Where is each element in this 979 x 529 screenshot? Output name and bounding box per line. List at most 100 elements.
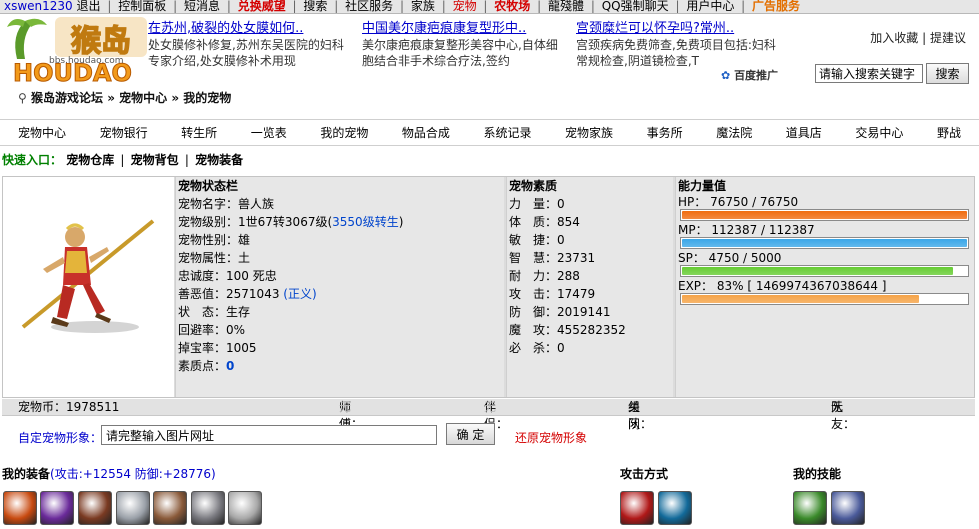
menu-overview[interactable]: 一览表: [251, 124, 287, 141]
mp-bar-fill: [682, 239, 967, 247]
ad-title-1[interactable]: 在苏州,破裂的处女膜如何..: [148, 21, 353, 37]
menu-magic-academy[interactable]: 魔法院: [716, 124, 752, 141]
menu-rebirth[interactable]: 转生所: [181, 124, 217, 141]
baidu-paw-icon: ✿: [721, 69, 731, 82]
attack-mode-magic-icon[interactable]: [658, 491, 692, 525]
status-gender-row: 宠物性别：雄: [176, 231, 504, 249]
site-header: 猴岛 HOUDAO bbs.houdao.com 在苏州,破裂的处女膜如何.. …: [0, 15, 979, 89]
equip-slot-necklace-icon[interactable]: [40, 491, 74, 525]
pet-attributes-column: 宠物素质 力 量：0 体 质：854 敏 捷：0 智 慧：23731 耐 力：2…: [506, 177, 673, 397]
quick-backpack[interactable]: 宠物背包: [131, 153, 179, 167]
status-element-row: 宠物属性：土: [176, 249, 504, 267]
pet-portrait: [3, 177, 174, 397]
teammate-value: 无: [831, 400, 844, 414]
username-link[interactable]: xswen1230: [0, 0, 73, 13]
qq-chat-link[interactable]: QQ强制聊天: [602, 0, 669, 13]
quick-entry-label: 快速入口：: [2, 153, 63, 167]
control-panel-link[interactable]: 控制面板: [118, 0, 166, 13]
nav-separator: |: [399, 0, 405, 13]
mp-bar: [680, 237, 969, 249]
breadcrumb-my-pet: 我的宠物: [183, 91, 232, 105]
custom-image-url-input[interactable]: [101, 425, 437, 445]
exchange-prestige-link[interactable]: 兑换威望: [238, 0, 286, 13]
breadcrumb-pet-center[interactable]: 宠物中心: [119, 91, 167, 105]
status-loyalty-row: 忠诚度：100 死忠: [176, 267, 504, 285]
ad-title-3[interactable]: 宫颈糜烂可以怀孕吗?常州..: [576, 21, 781, 37]
family-link[interactable]: 家族: [411, 0, 435, 13]
search-link[interactable]: 搜索: [303, 0, 327, 13]
custom-image-label: 自定宠物形象：: [18, 431, 103, 445]
attr-label: 耐 力：: [509, 269, 558, 283]
attr-value: 23731: [557, 251, 596, 265]
header-links: 加入收藏 | 提建议: [870, 29, 966, 46]
menu-pet-center[interactable]: 宠物中心: [18, 124, 66, 141]
menu-my-pet[interactable]: 我的宠物: [320, 124, 368, 141]
ad-title-2[interactable]: 中国美尔康疤痕康复型形中..: [362, 21, 567, 37]
restore-image-link[interactable]: 还原宠物形象: [515, 429, 587, 446]
nav-separator: |: [483, 0, 488, 13]
attr-value: 0: [557, 197, 565, 211]
confirm-button[interactable]: 确 定: [446, 423, 495, 445]
menu-field-battle[interactable]: 野战: [937, 124, 961, 141]
add-favorite-link[interactable]: 加入收藏: [870, 31, 918, 45]
pet-power-column: 能力量值 HP： 76750 / 76750 MP： 112387 / 1123…: [675, 177, 974, 397]
pets-link[interactable]: 宠物: [453, 0, 477, 13]
search-input[interactable]: [815, 64, 923, 83]
status-name-row: 宠物名字：兽人族: [176, 195, 504, 213]
quick-equipment[interactable]: 宠物装备: [195, 153, 243, 167]
equip-slot-ring-icon[interactable]: [191, 491, 225, 525]
menu-office[interactable]: 事务所: [647, 124, 683, 141]
master-value: 无: [339, 400, 352, 414]
equip-slot-boots-icon[interactable]: [153, 491, 187, 525]
quick-warehouse[interactable]: 宠物仓库: [66, 153, 114, 167]
houdao-logo[interactable]: 猴岛 HOUDAO bbs.houdao.com: [3, 15, 151, 88]
community-services-link[interactable]: 社区服务: [345, 0, 393, 13]
menu-item-shop[interactable]: 道具店: [786, 124, 822, 141]
custom-image-row: 自定宠物形象： 确 定 还原宠物形象: [0, 423, 979, 447]
status-loyalty-label: 忠诚度：: [178, 269, 227, 283]
sp-bar-fill: [682, 267, 953, 275]
equip-slot-bracer-icon[interactable]: [228, 491, 262, 525]
menu-crafting[interactable]: 物品合成: [402, 124, 450, 141]
attr-label: 攻 击：: [509, 287, 558, 301]
game-link[interactable]: 龍殘體: [548, 0, 584, 13]
equipment-title: 我的装备: [2, 467, 51, 481]
breadcrumb-forum[interactable]: 猴岛游戏论坛: [31, 91, 103, 105]
attr-value: 0: [557, 341, 565, 355]
ad-services-link[interactable]: 广告服务: [752, 0, 800, 13]
user-center-link[interactable]: 用户中心: [686, 0, 734, 13]
logout-link[interactable]: 退出: [77, 0, 101, 13]
equip-slot-weapon-icon[interactable]: [3, 491, 37, 525]
skill-2-icon[interactable]: [831, 491, 865, 525]
ad-block-1: 在苏州,破裂的处女膜如何.. 处女膜修补修复,苏州东吴医院的妇科专家介绍,处女膜…: [148, 21, 353, 69]
attr-value: 854: [557, 215, 580, 229]
status-points-value: 0: [226, 359, 235, 373]
nav-separator: |: [441, 0, 446, 13]
hp-bar: [680, 209, 969, 221]
status-gender-value: 雄: [238, 233, 251, 247]
nav-separator: |: [675, 0, 680, 13]
attack-mode-heading: 攻击方式: [620, 467, 669, 481]
status-name-value: 兽人族: [238, 197, 275, 211]
skill-1-icon[interactable]: [793, 491, 827, 525]
nav-separator: |: [226, 0, 231, 13]
equip-slot-helmet-icon[interactable]: [116, 491, 150, 525]
menu-trade-center[interactable]: 交易中心: [855, 124, 903, 141]
menu-system-log[interactable]: 系统记录: [483, 124, 531, 141]
attr-row: 敏 捷：0: [507, 231, 673, 249]
attack-mode-physical-icon[interactable]: [620, 491, 654, 525]
status-element-value: 土: [238, 251, 251, 265]
equip-slot-armor-icon[interactable]: [78, 491, 112, 525]
breadcrumb-separator: »: [107, 91, 120, 105]
equipment-heading: 我的装备(攻击:+12554 防御:+28776): [2, 465, 216, 482]
baidu-promo[interactable]: ✿ 百度推广: [721, 67, 778, 83]
menu-pet-bank[interactable]: 宠物银行: [100, 124, 148, 141]
messages-link[interactable]: 短消息: [184, 0, 220, 13]
attr-row: 攻 击：17479: [507, 285, 673, 303]
search-button[interactable]: 搜索: [926, 63, 969, 84]
level-rebirth-link[interactable]: 3550级转生: [332, 215, 399, 229]
menu-pet-family[interactable]: 宠物家族: [565, 124, 613, 141]
status-drop-value: 1005: [226, 341, 257, 355]
farm-link[interactable]: 农牧场: [494, 0, 530, 13]
suggestion-link[interactable]: 提建议: [930, 31, 966, 45]
